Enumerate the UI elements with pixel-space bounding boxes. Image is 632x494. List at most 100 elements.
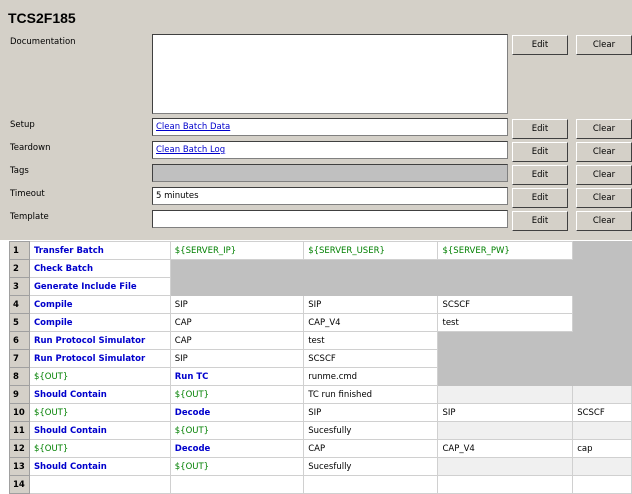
row-number[interactable]: 13: [9, 457, 30, 476]
grid-cell[interactable]: [169, 259, 305, 278]
grid-cell[interactable]: SIP: [437, 403, 574, 422]
documentation-field[interactable]: [152, 34, 508, 114]
grid-cell[interactable]: [303, 259, 439, 278]
grid-cell[interactable]: Transfer Batch: [28, 241, 171, 260]
grid-cell[interactable]: SIP: [169, 295, 305, 314]
grid-cell[interactable]: [572, 385, 632, 404]
grid-cell[interactable]: Sucesfully: [303, 457, 439, 476]
tags-clear-button[interactable]: Clear: [576, 165, 632, 185]
grid-cell[interactable]: ${OUT}: [169, 421, 305, 440]
grid-cell[interactable]: Should Contain: [28, 457, 171, 476]
template-clear-button[interactable]: Clear: [576, 211, 632, 231]
grid-cell[interactable]: SIP: [169, 349, 305, 368]
row-number[interactable]: 4: [9, 295, 30, 314]
grid-cell[interactable]: Run TC: [169, 367, 305, 386]
row-number[interactable]: 3: [9, 277, 30, 296]
setup-link[interactable]: Clean Batch Data: [156, 122, 230, 132]
grid-cell[interactable]: Compile: [28, 295, 171, 314]
grid-cell[interactable]: [437, 385, 574, 404]
grid-cell[interactable]: SIP: [303, 403, 439, 422]
grid-cell[interactable]: Decode: [169, 439, 305, 458]
grid-cell[interactable]: Should Contain: [28, 385, 171, 404]
row-number[interactable]: 2: [9, 259, 30, 278]
grid-cell[interactable]: ${OUT}: [28, 439, 171, 458]
grid-cell[interactable]: CAP_V4: [437, 439, 574, 458]
grid-cell[interactable]: ${OUT}: [169, 457, 305, 476]
grid-cell[interactable]: SIP: [303, 295, 439, 314]
grid-cell[interactable]: [437, 259, 574, 278]
grid-cell[interactable]: [303, 277, 439, 296]
grid-cell[interactable]: [572, 367, 632, 386]
row-number[interactable]: 5: [9, 313, 30, 332]
grid-cell[interactable]: [572, 457, 632, 476]
grid-cell[interactable]: Generate Include File: [28, 277, 171, 296]
grid-cell[interactable]: CAP_V4: [303, 313, 439, 332]
grid-cell[interactable]: [572, 475, 632, 494]
grid-cell[interactable]: ${OUT}: [28, 367, 171, 386]
grid-cell[interactable]: [303, 475, 439, 494]
grid-cell[interactable]: ${OUT}: [169, 385, 305, 404]
grid-cell[interactable]: [437, 349, 574, 368]
timeout-clear-button[interactable]: Clear: [576, 188, 632, 208]
grid-cell[interactable]: [572, 421, 632, 440]
grid-cell[interactable]: [437, 277, 574, 296]
grid-cell[interactable]: SCSCF: [572, 403, 632, 422]
grid-cell[interactable]: ${SERVER_IP}: [169, 241, 305, 260]
row-number[interactable]: 10: [9, 403, 30, 422]
teardown-link[interactable]: Clean Batch Log: [156, 145, 225, 155]
grid-cell[interactable]: Run Protocol Simulator: [28, 349, 171, 368]
teardown-edit-button[interactable]: Edit: [512, 142, 568, 162]
row-number[interactable]: 11: [9, 421, 30, 440]
grid-cell[interactable]: CAP: [169, 313, 305, 332]
grid-cell[interactable]: [572, 331, 632, 350]
grid-cell[interactable]: CAP: [303, 439, 439, 458]
documentation-clear-button[interactable]: Clear: [576, 35, 632, 55]
grid-cell[interactable]: SCSCF: [437, 295, 574, 314]
grid-cell[interactable]: CAP: [169, 331, 305, 350]
grid-cell[interactable]: Decode: [169, 403, 305, 422]
timeout-edit-button[interactable]: Edit: [512, 188, 568, 208]
grid-cell[interactable]: ${SERVER_USER}: [303, 241, 439, 260]
grid-cell[interactable]: [437, 457, 574, 476]
row-number[interactable]: 7: [9, 349, 30, 368]
documentation-edit-button[interactable]: Edit: [512, 35, 568, 55]
grid-cell[interactable]: [572, 277, 632, 296]
grid-cell[interactable]: [169, 475, 305, 494]
grid-cell[interactable]: Should Contain: [28, 421, 171, 440]
grid-cell[interactable]: cap: [572, 439, 632, 458]
row-number[interactable]: 1: [9, 241, 30, 260]
grid-cell[interactable]: test: [437, 313, 574, 332]
template-field[interactable]: [152, 210, 508, 228]
teardown-clear-button[interactable]: Clear: [576, 142, 632, 162]
grid-cell[interactable]: Run Protocol Simulator: [28, 331, 171, 350]
grid-cell[interactable]: [572, 259, 632, 278]
grid-cell[interactable]: Compile: [28, 313, 171, 332]
grid-cell[interactable]: test: [303, 331, 439, 350]
grid-cell[interactable]: [28, 475, 171, 494]
timeout-field[interactable]: 5 minutes: [152, 187, 508, 205]
grid-cell[interactable]: [437, 367, 574, 386]
grid-cell[interactable]: SCSCF: [303, 349, 439, 368]
setup-field[interactable]: Clean Batch Data: [152, 118, 508, 136]
grid-cell[interactable]: [437, 331, 574, 350]
grid-cell[interactable]: ${OUT}: [28, 403, 171, 422]
tags-field[interactable]: [152, 164, 508, 182]
grid-cell[interactable]: ${SERVER_PW}: [437, 241, 574, 260]
grid-cell[interactable]: [572, 295, 632, 314]
grid-cell[interactable]: [572, 241, 632, 260]
row-number[interactable]: 9: [9, 385, 30, 404]
setup-clear-button[interactable]: Clear: [576, 119, 632, 139]
row-number[interactable]: 12: [9, 439, 30, 458]
grid-cell[interactable]: [572, 313, 632, 332]
teardown-field[interactable]: Clean Batch Log: [152, 141, 508, 159]
grid-cell[interactable]: Sucesfully: [303, 421, 439, 440]
grid-cell[interactable]: runme.cmd: [303, 367, 439, 386]
row-number[interactable]: 6: [9, 331, 30, 350]
grid-cell[interactable]: [169, 277, 305, 296]
grid-cell[interactable]: [572, 349, 632, 368]
row-number[interactable]: 14: [9, 475, 30, 494]
grid-cell[interactable]: TC run finished: [303, 385, 439, 404]
grid-cell[interactable]: [437, 475, 574, 494]
setup-edit-button[interactable]: Edit: [512, 119, 568, 139]
grid-cell[interactable]: Check Batch: [28, 259, 171, 278]
